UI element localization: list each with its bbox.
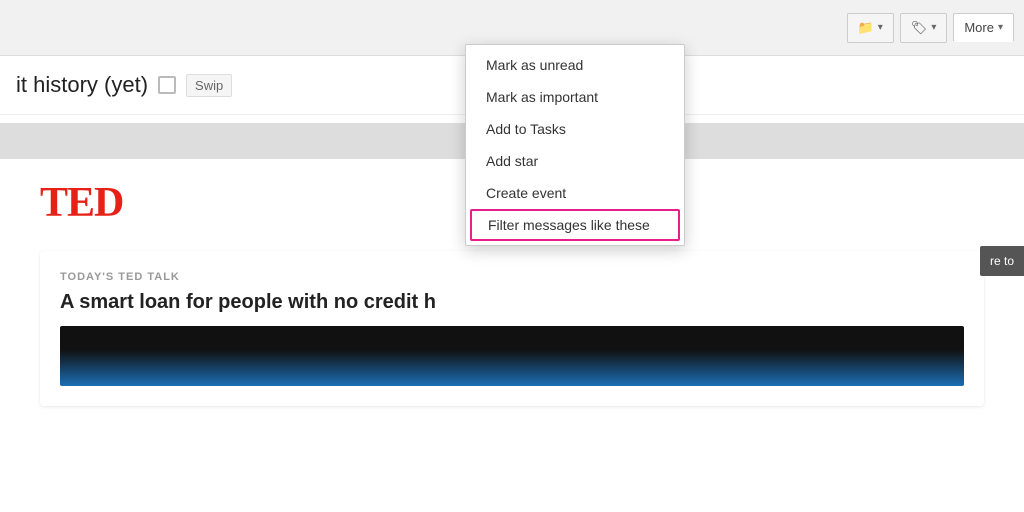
- more-button-label: More: [964, 20, 994, 35]
- dropdown-item[interactable]: Add to Tasks: [466, 113, 684, 145]
- dropdown-item[interactable]: Mark as important: [466, 81, 684, 113]
- dropdown-item[interactable]: Mark as unread: [466, 49, 684, 81]
- dropdown-item[interactable]: Filter messages like these: [470, 209, 680, 241]
- more-button[interactable]: More ▾: [953, 13, 1014, 42]
- dropdown-overlay: Mark as unreadMark as importantAdd to Ta…: [0, 0, 1024, 512]
- more-dropdown-menu: Mark as unreadMark as importantAdd to Ta…: [465, 44, 685, 246]
- dropdown-item[interactable]: Create event: [466, 177, 684, 209]
- dropdown-item[interactable]: Add star: [466, 145, 684, 177]
- more-chevron-icon: ▾: [998, 22, 1003, 33]
